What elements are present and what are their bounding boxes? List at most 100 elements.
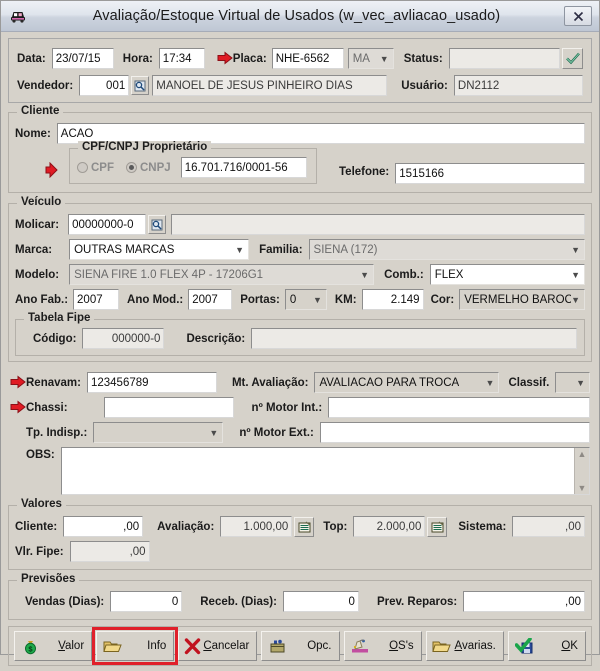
classif-select[interactable]: ▼ [555, 372, 590, 393]
chevron-down-icon: ▼ [312, 294, 322, 305]
portas-select[interactable]: 0 ▼ [284, 289, 327, 310]
chevron-down-icon: ▼ [571, 294, 580, 305]
search-icon [134, 80, 146, 91]
bottom-toolbar: $ Valor Info Cancelar Opc. OS's Avarias.… [8, 626, 592, 666]
vendas-dias-input[interactable]: 0 [110, 591, 183, 612]
valor-top-label: Top: [323, 520, 348, 533]
modelo-select[interactable]: SIENA FIRE 1.0 FLEX 4P - 17206G1 ▼ [69, 264, 375, 285]
previsoes-legend: Previsões [17, 573, 80, 585]
valor-top-input[interactable]: 2.000,00 [353, 516, 426, 537]
portas-label: Portas: [240, 293, 280, 306]
veiculo-legend: Veículo [17, 196, 66, 208]
valor-sistema-input[interactable]: ,00 [512, 516, 585, 537]
required-arrow-icon [217, 50, 233, 67]
telefone-input[interactable]: 1515166 [395, 163, 585, 184]
vendedor-code-input[interactable]: 001 [79, 75, 130, 96]
ok-button-label: OK [561, 640, 578, 652]
vendedor-search-button[interactable] [131, 76, 150, 95]
info-button[interactable]: Info [92, 627, 179, 665]
data-input[interactable]: 23/07/15 [51, 48, 114, 69]
chassi-label: Chassi: [26, 401, 68, 414]
close-button[interactable] [564, 6, 592, 26]
fipe-desc-label: Descrição: [186, 332, 246, 345]
prev-reparos-input[interactable]: ,00 [463, 591, 585, 612]
valor-cliente-label: Cliente: [15, 520, 58, 533]
scroll-down-icon[interactable]: ▼ [578, 483, 587, 493]
paint-icon [350, 636, 370, 656]
km-input[interactable]: 2.149 [361, 289, 424, 310]
required-arrow-icon [10, 399, 26, 416]
modelo-label: Modelo: [15, 268, 60, 281]
molicar-input[interactable]: 00000000-0 [68, 214, 147, 235]
valor-cliente-input[interactable]: ,00 [63, 516, 144, 537]
cnpj-radio[interactable] [126, 162, 137, 173]
placa-uf-select[interactable]: MA ▼ [347, 48, 394, 69]
veiculo-group: Veículo Molicar: 00000000-0 Marca: OUTRA… [8, 196, 592, 362]
valor-avaliacao-input[interactable]: 1.000,00 [220, 516, 293, 537]
ano-fab-label: Ano Fab.: [15, 293, 69, 306]
top-history-button[interactable] [427, 516, 448, 537]
status-confirm-button[interactable] [562, 48, 583, 69]
cpf-radio[interactable] [77, 162, 88, 173]
cor-label: Cor: [430, 293, 455, 306]
familia-select[interactable]: SIENA (172) ▼ [308, 239, 585, 260]
valor-avaliacao-label: Avaliação: [157, 520, 215, 533]
row-marca: Marca: OUTRAS MARCAS ▼ Familia: SIENA (1… [15, 239, 585, 260]
cancelar-button[interactable]: Cancelar [178, 631, 258, 661]
motor-ext-input[interactable] [319, 422, 590, 443]
receb-dias-input[interactable]: 0 [282, 591, 359, 612]
molicar-search-button[interactable] [148, 215, 167, 234]
mt-avaliacao-label: Mt. Avaliação: [231, 376, 309, 389]
valor-button[interactable]: $ Valor [14, 631, 93, 661]
fipe-codigo-input[interactable]: 000000-0 [82, 328, 165, 349]
chassi-input[interactable] [103, 397, 234, 418]
row-documento: CPF/CNPJ Proprietário CPF CNPJ 16.701.71… [15, 141, 585, 184]
tp-indisp-select[interactable]: ▼ [93, 422, 224, 443]
os-button[interactable]: OS's [343, 631, 422, 661]
info-button-label: Info [147, 640, 167, 652]
obs-scrollbar[interactable]: ▲ ▼ [574, 448, 589, 494]
molicar-desc-input[interactable] [171, 214, 585, 235]
avarias-button-label: Avarias. [454, 640, 496, 652]
renavam-input[interactable]: 123456789 [86, 372, 217, 393]
chevron-down-icon: ▼ [235, 244, 245, 255]
hora-input[interactable]: 17:34 [158, 48, 205, 69]
avaliacao-history-button[interactable] [294, 516, 315, 537]
row-obs: OBS: ▲ ▼ [10, 447, 590, 495]
chevron-down-icon: ▼ [571, 244, 580, 255]
opc-button[interactable]: Opc. [261, 631, 340, 661]
placa-input[interactable]: NHE-6562 [271, 48, 344, 69]
avarias-button[interactable]: Avarias. [425, 631, 504, 661]
chevron-down-icon: ▼ [485, 377, 495, 388]
marca-select[interactable]: OUTRAS MARCAS ▼ [69, 239, 250, 260]
documento-legend: CPF/CNPJ Proprietário [78, 141, 212, 153]
obs-textarea[interactable]: ▲ ▼ [60, 447, 590, 495]
ok-button[interactable]: OK [507, 631, 586, 661]
application-window: Avaliação/Estoque Virtual de Usados (w_v… [0, 0, 600, 666]
mt-avaliacao-select[interactable]: AVALIACAO PARA TROCA ▼ [314, 372, 500, 393]
usuario-input[interactable]: DN2112 [453, 75, 583, 96]
renavam-label: Renavam: [26, 376, 81, 389]
chevron-down-icon: ▼ [360, 269, 370, 280]
motor-int-input[interactable] [328, 397, 590, 418]
comb-select[interactable]: FLEX ▼ [429, 264, 585, 285]
scroll-up-icon[interactable]: ▲ [578, 449, 587, 459]
vlr-fipe-input[interactable]: ,00 [69, 541, 150, 562]
tabela-fipe-legend: Tabela Fipe [24, 312, 95, 324]
cor-select[interactable]: VERMELHO BAROCO ▼ [459, 289, 585, 310]
header-panel: Data: 23/07/15 Hora: 17:34 Placa: NHE-65… [8, 38, 592, 103]
cnpj-label: CNPJ [140, 161, 171, 174]
ano-mod-input[interactable]: 2007 [188, 289, 233, 310]
row-vendedor: Vendedor: 001 MANOEL DE JESUS PINHEIRO D… [17, 75, 583, 96]
list-icon [298, 521, 311, 532]
vendedor-name-input[interactable]: MANOEL DE JESUS PINHEIRO DIAS [152, 75, 388, 96]
title-bar[interactable]: Avaliação/Estoque Virtual de Usados (w_v… [1, 1, 599, 32]
molicar-label: Molicar: [15, 218, 60, 231]
marca-value: OUTRAS MARCAS [74, 243, 175, 256]
fipe-desc-input[interactable] [251, 328, 577, 349]
ano-fab-input[interactable]: 2007 [73, 289, 120, 310]
documento-input[interactable]: 16.701.716/0001-56 [180, 157, 307, 178]
status-input[interactable] [448, 48, 560, 69]
ano-mod-label: Ano Mod.: [127, 293, 184, 306]
placa-label: Placa: [232, 52, 267, 65]
